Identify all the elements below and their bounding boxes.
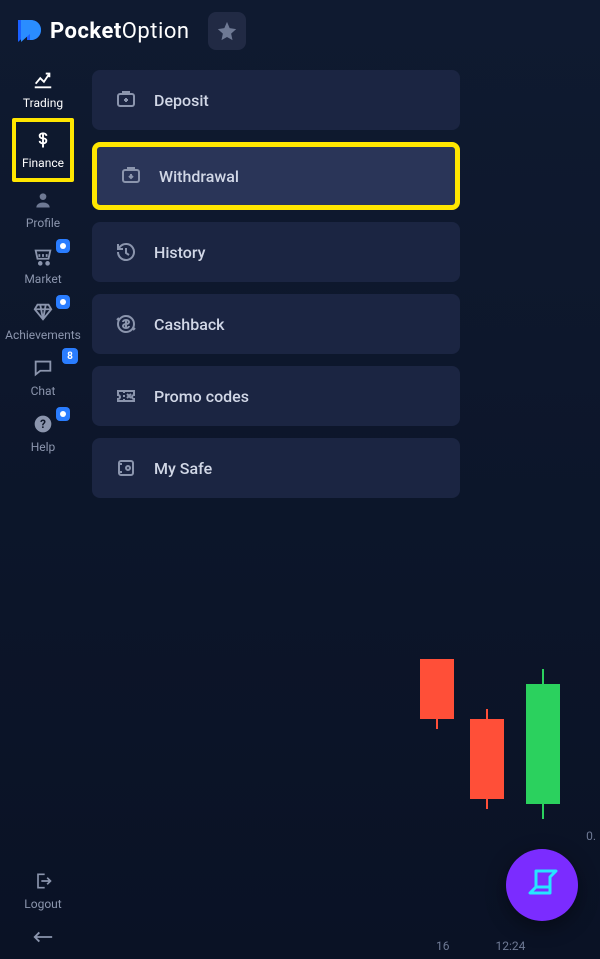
brand-logo[interactable]: PocketOption: [14, 16, 190, 46]
deposit-icon: [114, 88, 138, 112]
notification-dot: [56, 239, 70, 253]
app-header: PocketOption: [0, 0, 600, 62]
chat-icon: [32, 356, 54, 380]
brand-text: PocketOption: [50, 19, 190, 44]
sidebar-item-achievements[interactable]: Achievements: [12, 294, 74, 350]
sidebar-item-trading[interactable]: Trading: [12, 62, 74, 118]
sidebar-label: Market: [24, 272, 61, 286]
logo-mark-icon: [14, 16, 44, 46]
sidebar-label: Trading: [23, 96, 63, 110]
submenu-item-withdrawal[interactable]: Withdrawal: [92, 142, 460, 210]
submenu-item-deposit[interactable]: Deposit: [92, 70, 460, 130]
history-icon: [114, 240, 138, 264]
favorites-button[interactable]: [208, 12, 246, 50]
chart-line-icon: [32, 68, 54, 92]
submenu-label: Promo codes: [154, 387, 249, 406]
submenu-label: Withdrawal: [159, 167, 239, 186]
sidebar-item-chat[interactable]: 8 Chat: [12, 350, 74, 406]
submenu-item-cashback[interactable]: Cashback: [92, 294, 460, 354]
finance-submenu: Deposit Withdrawal History Cashback Prom: [92, 70, 460, 498]
sidebar-nav: Trading Finance Profile Market: [0, 60, 86, 959]
chart-x-axis: 16 12:24: [430, 939, 600, 953]
logout-icon: [33, 869, 53, 893]
cart-icon: [32, 244, 54, 268]
sidebar-item-logout[interactable]: Logout: [12, 863, 74, 919]
notification-dot: [56, 295, 70, 309]
submenu-label: My Safe: [154, 459, 212, 478]
submenu-item-history[interactable]: History: [92, 222, 460, 282]
sidebar-label: Logout: [24, 897, 61, 911]
sidebar-label: Profile: [26, 216, 60, 230]
user-icon: [33, 188, 53, 212]
submenu-label: Deposit: [154, 91, 209, 110]
sidebar-label: Help: [31, 440, 56, 454]
arrow-left-icon: [32, 925, 54, 949]
sidebar-item-market[interactable]: Market: [12, 238, 74, 294]
submenu-item-safe[interactable]: My Safe: [92, 438, 460, 498]
sidebar-collapse[interactable]: [12, 919, 74, 959]
sidebar-item-profile[interactable]: Profile: [12, 182, 74, 238]
sidebar-label: Finance: [22, 156, 64, 170]
support-fab[interactable]: [506, 849, 578, 921]
notification-badge: 8: [62, 348, 78, 364]
support-icon: [522, 865, 562, 905]
sidebar-item-finance[interactable]: Finance: [12, 118, 74, 182]
dollar-icon: [33, 128, 53, 152]
ticket-icon: [114, 384, 138, 408]
gem-icon: [32, 300, 54, 324]
sidebar-label: Chat: [31, 384, 56, 398]
notification-dot: [56, 407, 70, 421]
submenu-label: History: [154, 243, 206, 262]
submenu-item-promo[interactable]: Promo codes: [92, 366, 460, 426]
safe-icon: [114, 456, 138, 480]
submenu-label: Cashback: [154, 315, 225, 334]
withdrawal-icon: [119, 164, 143, 188]
chart-y-axis: 0.: [586, 829, 596, 843]
help-icon: ?: [33, 412, 53, 436]
cashback-icon: [114, 312, 138, 336]
svg-text:?: ?: [40, 417, 46, 431]
sidebar-item-help[interactable]: ? Help: [12, 406, 74, 462]
sidebar-label: Achievements: [5, 328, 81, 342]
